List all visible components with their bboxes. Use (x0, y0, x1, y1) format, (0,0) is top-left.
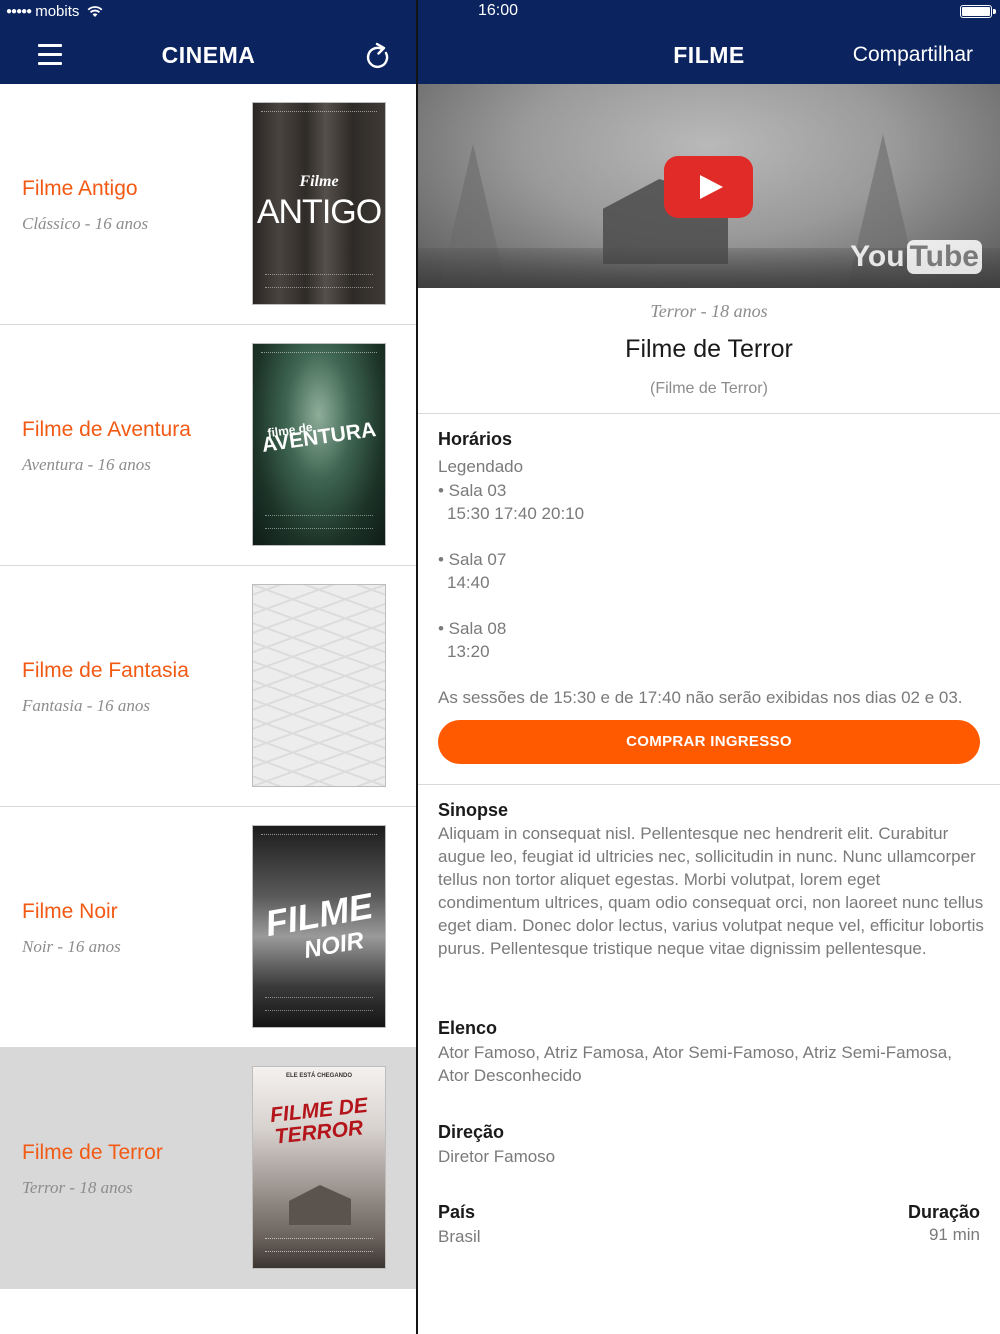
battery-icon (960, 5, 996, 18)
status-bar: ●●●●● mobits 16:00 (0, 0, 1000, 24)
poster-line: ANTIGO (256, 193, 382, 231)
list-item-selected[interactable]: Filme de Terror Terror - 18 anos ELE EST… (0, 1048, 417, 1289)
movie-title: Filme Noir (22, 900, 118, 923)
room-times: 15:30 17:40 20:10 (447, 504, 585, 523)
schedule-note: As sessões de 15:30 e de 17:40 não serão… (438, 688, 963, 707)
divider (418, 413, 1000, 414)
director-text: Diretor Famoso (438, 1147, 556, 1166)
schedule-heading: Horários (438, 429, 513, 449)
movie-title: Filme de Aventura (22, 418, 191, 441)
country-heading: País (438, 1202, 476, 1222)
room-label: • Sala 07 (438, 550, 507, 569)
duration-heading: Duração (907, 1202, 980, 1222)
synopsis-text: Aliquam in consequat nisl. Pellentesque … (438, 824, 984, 958)
carrier-name: mobits (35, 3, 80, 20)
movie-subtitle: Fantasia - 16 anos (22, 696, 150, 715)
country-text: Brasil (438, 1227, 481, 1246)
movie-poster: ELE ESTÁ CHEGANDO FILME DE TERROR (252, 1066, 386, 1269)
movie-detail: You Tube Terror - 18 anos Filme de Terro… (418, 84, 1000, 1334)
divider (418, 784, 1000, 785)
navigation-bar: ●●●●● mobits 16:00 CINEMA FILME Comparti… (0, 0, 1000, 84)
movie-title: Filme Antigo (22, 177, 138, 200)
status-time: 16:00 (478, 2, 519, 19)
director-heading: Direção (438, 1122, 505, 1142)
movie-title: Filme de Fantasia (22, 659, 189, 682)
youtube-logo-you: You (850, 240, 905, 273)
poster-line: Filme (299, 173, 339, 190)
poster-placeholder (252, 584, 386, 787)
room-times: 13:20 (447, 642, 490, 661)
movie-poster: FILME NOIR (252, 825, 386, 1028)
movie-subtitle: Aventura - 16 anos (22, 455, 151, 474)
youtube-logo: You Tube (850, 240, 982, 274)
trailer-video[interactable]: You Tube (418, 84, 1000, 288)
carrier-info: ●●●●● mobits (6, 3, 103, 20)
list-item[interactable]: Filme Noir Noir - 16 anos FILME NOIR (0, 807, 417, 1048)
movie-subtitle: Clássico - 16 anos (22, 214, 149, 233)
share-button[interactable]: Compartilhar (853, 43, 973, 67)
movie-title: Filme de Terror (22, 1141, 163, 1164)
refresh-icon[interactable] (364, 41, 392, 71)
list-item[interactable]: Filme de Fantasia Fantasia - 16 anos (0, 566, 417, 807)
movie-poster: Filme ANTIGO (252, 102, 386, 305)
movie-subtitle: Noir - 16 anos (22, 937, 121, 956)
original-title: (Filme de Terror) (650, 380, 768, 397)
poster-house (289, 1185, 351, 1225)
room-label: • Sala 08 (438, 619, 507, 638)
list-item[interactable]: Filme Antigo Clássico - 16 anos Filme AN… (0, 84, 417, 325)
cast-text: Ator Famoso, Atriz Famosa, Ator Semi-Fam… (438, 1043, 952, 1085)
list-title: CINEMA (161, 42, 256, 68)
wifi-icon (87, 6, 103, 17)
list-item[interactable]: Filme de Aventura Aventura - 16 anos fil… (0, 325, 417, 566)
play-button[interactable] (664, 156, 753, 218)
synopsis-heading: Sinopse (438, 800, 509, 820)
signal-icon: ●●●●● (6, 6, 32, 17)
movie-title: Filme de Terror (625, 335, 793, 363)
room-times: 14:40 (447, 573, 490, 592)
duration-text: 91 min (928, 1225, 980, 1244)
movie-genre: Terror - 18 anos (650, 301, 768, 321)
poster-tagline: ELE ESTÁ CHEGANDO (285, 1073, 352, 1079)
movie-subtitle: Terror - 18 anos (22, 1178, 133, 1197)
cast-heading: Elenco (438, 1018, 498, 1038)
youtube-logo-tube: Tube (906, 240, 982, 274)
movie-list: Filme Antigo Clássico - 16 anos Filme AN… (0, 84, 417, 1334)
room-label: • Sala 03 (438, 481, 507, 500)
buy-ticket-button[interactable]: COMPRAR INGRESSO (438, 720, 980, 764)
movie-poster: filme de AVENTURA (252, 343, 386, 546)
schedule-format: Legendado (438, 457, 524, 476)
